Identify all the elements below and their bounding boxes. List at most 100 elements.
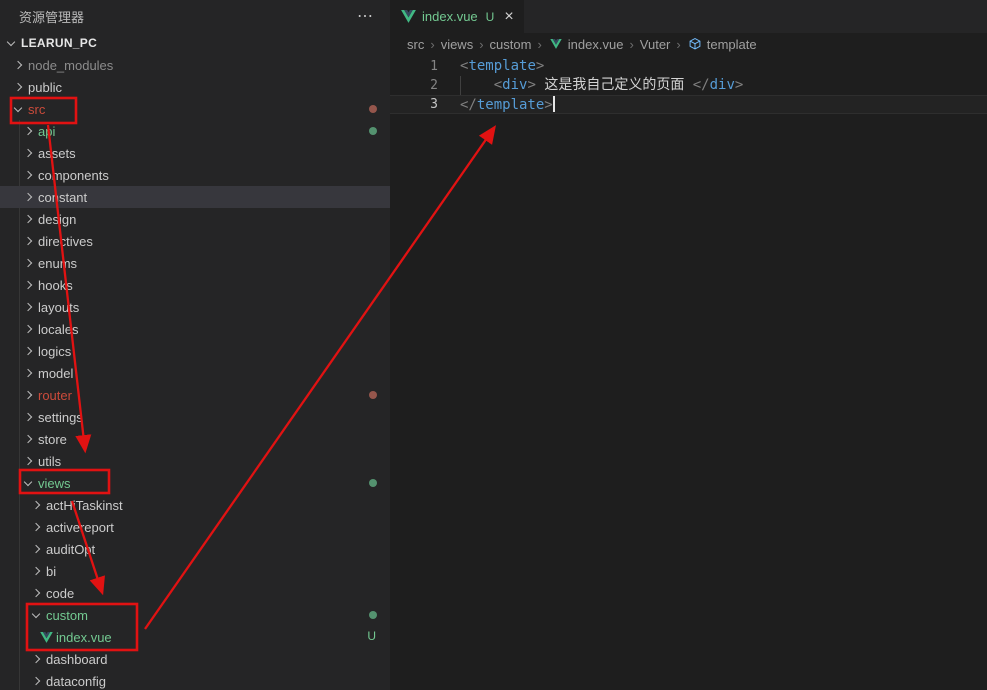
tree-item-label: settings <box>38 410 83 425</box>
tree-item-bi[interactable]: bi <box>0 560 390 582</box>
git-untracked-badge: U <box>367 629 376 643</box>
tab-index-vue[interactable]: index.vue U × <box>390 0 524 33</box>
code-line-1[interactable]: 1<template> <box>390 57 987 76</box>
git-modified-dot <box>369 105 377 113</box>
chevron-right-icon <box>20 321 36 337</box>
tree-item-hooks[interactable]: hooks <box>0 274 390 296</box>
tree-item-dataconfig[interactable]: dataconfig <box>0 670 390 690</box>
tree-item-label: logics <box>38 344 71 359</box>
chevron-right-icon <box>10 57 26 73</box>
breadcrumb-separator: › <box>676 37 680 52</box>
chevron-right-icon <box>28 519 44 535</box>
breadcrumb-label: Vuter <box>640 37 671 52</box>
tree-item-label: store <box>38 432 67 447</box>
tree-item-components[interactable]: components <box>0 164 390 186</box>
chevron-right-icon <box>20 431 36 447</box>
tree-item-settings[interactable]: settings <box>0 406 390 428</box>
tree-item-model[interactable]: model <box>0 362 390 384</box>
tree-item-label: layouts <box>38 300 79 315</box>
tree-item-label: hooks <box>38 278 73 293</box>
git-status-badge: U <box>486 10 495 24</box>
git-untracked-dot <box>369 479 377 487</box>
tree-item-src[interactable]: src <box>0 98 390 120</box>
chevron-down-icon <box>10 101 26 117</box>
breadcrumb-item-index.vue[interactable]: index.vue <box>548 36 624 52</box>
tree-item-label: enums <box>38 256 77 271</box>
tree-item-label: components <box>38 168 109 183</box>
chevron-right-icon <box>28 541 44 557</box>
breadcrumb-label: views <box>441 37 474 52</box>
tab-bar: index.vue U × <box>390 0 987 33</box>
tree-item-assets[interactable]: assets <box>0 142 390 164</box>
chevron-right-icon <box>20 123 36 139</box>
tree-item-label: public <box>28 80 62 95</box>
breadcrumb: src›views›custom›index.vue›Vuter›templat… <box>390 33 987 55</box>
chevron-right-icon <box>20 299 36 315</box>
tree-item-router[interactable]: router <box>0 384 390 406</box>
chevron-right-icon <box>20 167 36 183</box>
tree-item-actHiTaskinst[interactable]: actHiTaskinst <box>0 494 390 516</box>
tree-item-views[interactable]: views <box>0 472 390 494</box>
breadcrumb-item-template[interactable]: template <box>687 36 757 52</box>
tree-item-label: code <box>46 586 74 601</box>
more-actions-icon[interactable]: ⋯ <box>357 6 374 26</box>
tree-item-label: constant <box>38 190 87 205</box>
tree-item-auditOpt[interactable]: auditOpt <box>0 538 390 560</box>
breadcrumb-item-src[interactable]: src <box>407 37 424 52</box>
tree-item-api[interactable]: api <box>0 120 390 142</box>
tree-item-logics[interactable]: logics <box>0 340 390 362</box>
tree-item-label: custom <box>46 608 88 623</box>
chevron-right-icon <box>28 563 44 579</box>
vue-icon <box>548 36 564 52</box>
vue-icon <box>400 9 416 25</box>
tree-item-label: locales <box>38 322 78 337</box>
tree-item-constant[interactable]: constant <box>0 186 390 208</box>
chevron-right-icon <box>28 585 44 601</box>
tree-item-index.vue[interactable]: index.vueU <box>0 626 390 648</box>
tree-item-custom[interactable]: custom <box>0 604 390 626</box>
tree-item-label: activereport <box>46 520 114 535</box>
tree-item-utils[interactable]: utils <box>0 450 390 472</box>
tree-item-design[interactable]: design <box>0 208 390 230</box>
tree-item-label: actHiTaskinst <box>46 498 123 513</box>
tree-item-label: dashboard <box>46 652 107 667</box>
line-content: </template> <box>438 96 555 113</box>
chevron-down-icon <box>3 35 19 51</box>
tree-item-code[interactable]: code <box>0 582 390 604</box>
breadcrumb-label: custom <box>490 37 532 52</box>
line-content: <template> <box>438 57 544 76</box>
code-indent-guide <box>460 76 461 95</box>
tree-root-learun-pc[interactable]: LEARUN_PC <box>0 32 390 54</box>
close-icon[interactable]: × <box>504 9 513 25</box>
git-modified-dot <box>369 391 377 399</box>
tree-item-locales[interactable]: locales <box>0 318 390 340</box>
chevron-right-icon <box>20 277 36 293</box>
root-label: LEARUN_PC <box>21 36 97 50</box>
breadcrumb-item-custom[interactable]: custom <box>490 37 532 52</box>
tree-item-label: assets <box>38 146 76 161</box>
tree-item-enums[interactable]: enums <box>0 252 390 274</box>
code-editor[interactable]: 1<template>2 <div> 这是我自己定义的页面 </div>3</t… <box>390 55 987 114</box>
tree-item-dashboard[interactable]: dashboard <box>0 648 390 670</box>
breadcrumb-separator: › <box>479 37 483 52</box>
code-line-2[interactable]: 2 <div> 这是我自己定义的页面 </div> <box>390 76 987 95</box>
tree-item-activereport[interactable]: activereport <box>0 516 390 538</box>
explorer-header: 资源管理器 ⋯ <box>0 0 390 32</box>
tree-item-node_modules[interactable]: node_modules <box>0 54 390 76</box>
tree-item-label: src <box>28 102 45 117</box>
chevron-right-icon <box>28 673 44 689</box>
breadcrumb-item-Vuter[interactable]: Vuter <box>640 37 671 52</box>
tree-item-directives[interactable]: directives <box>0 230 390 252</box>
breadcrumb-item-views[interactable]: views <box>441 37 474 52</box>
explorer-sidebar: 资源管理器 ⋯ LEARUN_PC node_modulespublic src a… <box>0 0 390 690</box>
line-number: 3 <box>390 96 438 113</box>
tree-item-layouts[interactable]: layouts <box>0 296 390 318</box>
text-cursor <box>553 96 555 112</box>
breadcrumb-separator: › <box>537 37 541 52</box>
tree-item-store[interactable]: store <box>0 428 390 450</box>
git-untracked-dot <box>369 127 377 135</box>
code-line-3[interactable]: 3</template> <box>390 95 987 114</box>
tree-item-public[interactable]: public <box>0 76 390 98</box>
chevron-right-icon <box>20 233 36 249</box>
explorer-title: 资源管理器 <box>19 7 84 26</box>
